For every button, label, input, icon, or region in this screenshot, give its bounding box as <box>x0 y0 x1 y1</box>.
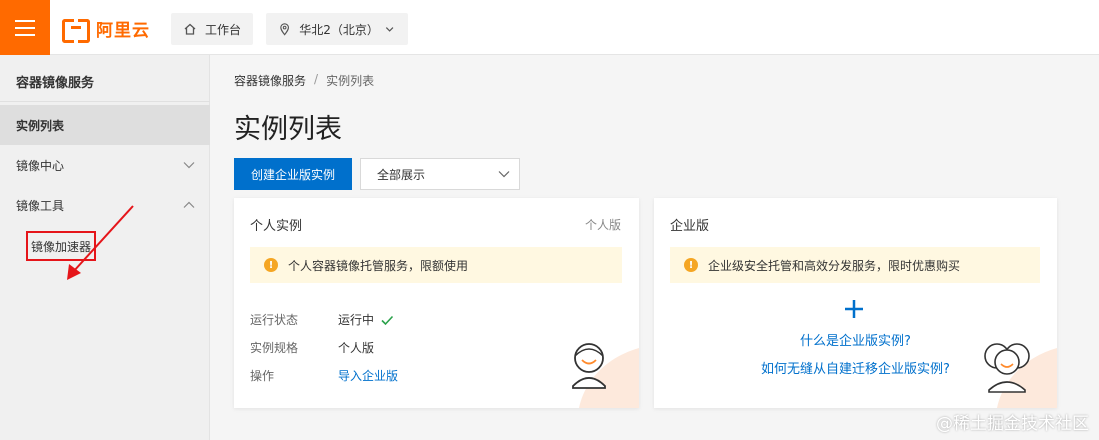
top-bar: 阿里云 工作台 华北2（北京） <box>0 0 1099 55</box>
info-value: 运行中 <box>338 313 375 327</box>
sidebar: 容器镜像服务 实例列表 镜像中心 镜像工具 镜像加速器 <box>0 55 210 440</box>
location-pin-icon <box>280 23 289 36</box>
chevron-down-icon <box>385 27 394 32</box>
chevron-up-icon <box>183 201 195 208</box>
breadcrumb-root[interactable]: 容器镜像服务 <box>234 72 306 89</box>
sidebar-item-image-accelerator[interactable]: 镜像加速器 <box>26 231 96 261</box>
workbench-label: 工作台 <box>205 22 242 37</box>
home-icon <box>184 23 196 35</box>
sidebar-sub-label: 镜像加速器 <box>30 239 91 254</box>
hamburger-icon <box>15 19 35 22</box>
sidebar-item-label: 镜像中心 <box>16 158 65 173</box>
brand-name: 阿里云 <box>96 20 150 41</box>
filter-value: 全部展示 <box>377 167 426 182</box>
notice-text: 企业级安全托管和高效分发服务，限时优惠购买 <box>708 258 961 273</box>
page-title: 实例列表 <box>234 114 342 145</box>
watermark-text: @稀土掘金技术社区 <box>936 414 1089 434</box>
info-row-status: 运行状态 运行中 <box>250 311 394 328</box>
check-icon <box>381 315 394 325</box>
sidebar-item-image-tools[interactable]: 镜像工具 <box>0 185 210 225</box>
sidebar-divider <box>0 101 210 102</box>
info-row-spec: 实例规格 个人版 <box>250 339 374 356</box>
workbench-button[interactable]: 工作台 <box>171 13 253 45</box>
main-content: 容器镜像服务 / 实例列表 实例列表 创建企业版实例 全部展示 个人实例 个人版… <box>210 55 1099 440</box>
card-title: 企业版 <box>670 219 710 234</box>
aliyun-logo[interactable]: 阿里云 <box>62 15 150 43</box>
menu-button[interactable] <box>0 0 50 55</box>
info-key: 实例规格 <box>250 341 299 355</box>
notice-banner: ! 企业级安全托管和高效分发服务，限时优惠购买 <box>670 247 1040 283</box>
plus-icon[interactable] <box>842 297 866 321</box>
personal-instance-card: 个人实例 个人版 ! 个人容器镜像托管服务，限额使用 运行状态 运行中 实例规格… <box>234 198 639 408</box>
team-illustration-icon <box>984 343 1057 408</box>
info-row-action: 操作 导入企业版 <box>250 367 398 384</box>
region-selector[interactable]: 华北2（北京） <box>266 13 408 45</box>
sidebar-item-label: 实例列表 <box>16 118 65 133</box>
sidebar-item-instance-list[interactable]: 实例列表 <box>0 105 210 145</box>
enterprise-instance-card: 企业版 ! 企业级安全托管和高效分发服务，限时优惠购买 什么是企业版实例? 如何… <box>654 198 1057 408</box>
notice-text: 个人容器镜像托管服务，限额使用 <box>288 258 469 273</box>
import-enterprise-link[interactable]: 导入企业版 <box>338 367 398 384</box>
sidebar-item-image-center[interactable]: 镜像中心 <box>0 145 210 185</box>
breadcrumb: 容器镜像服务 / 实例列表 <box>234 72 374 89</box>
chevron-down-icon <box>498 171 510 178</box>
warning-icon: ! <box>684 258 698 272</box>
info-key: 操作 <box>250 369 275 383</box>
create-enterprise-instance-button[interactable]: 创建企业版实例 <box>234 158 352 190</box>
sidebar-title: 容器镜像服务 <box>16 76 95 91</box>
region-label: 华北2（北京） <box>299 22 379 37</box>
breadcrumb-current: 实例列表 <box>326 74 375 88</box>
info-key: 运行状态 <box>250 313 299 327</box>
notice-banner: ! 个人容器镜像托管服务，限额使用 <box>250 247 622 283</box>
sidebar-item-label: 镜像工具 <box>16 198 65 213</box>
info-value: 个人版 <box>338 341 375 355</box>
edition-tag: 个人版 <box>584 218 621 232</box>
aliyun-logo-icon <box>62 19 90 43</box>
warning-icon: ! <box>264 258 278 272</box>
instance-filter-select[interactable]: 全部展示 <box>360 158 520 190</box>
chevron-down-icon <box>183 162 195 169</box>
card-title: 个人实例 <box>250 219 303 234</box>
breadcrumb-separator: / <box>314 72 319 86</box>
person-illustration-icon <box>572 343 639 408</box>
